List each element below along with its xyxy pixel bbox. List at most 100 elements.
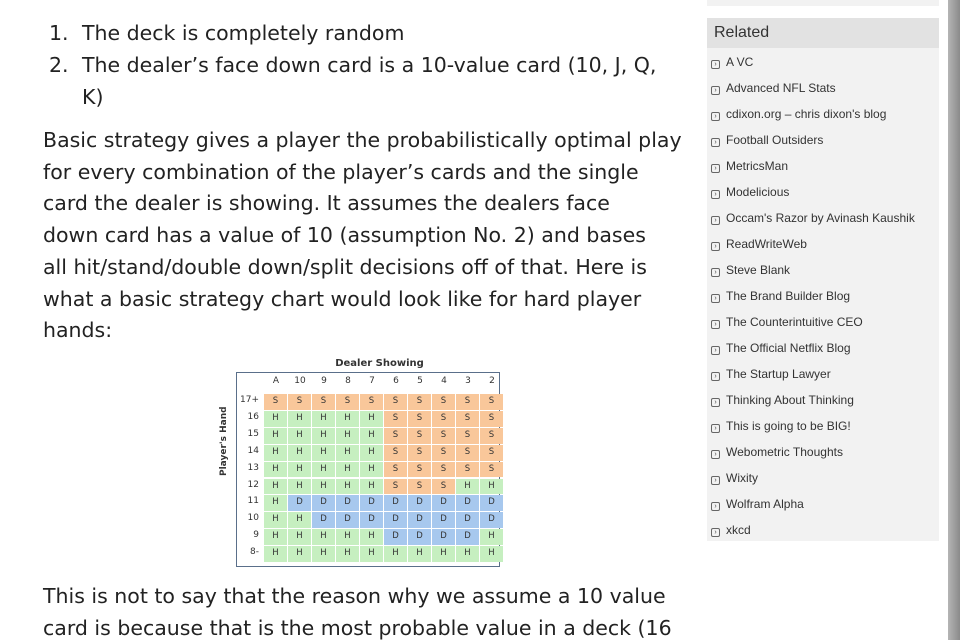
- chart-cell: D: [312, 495, 335, 512]
- chart-cell: S: [480, 394, 503, 410]
- sidebar-link-label[interactable]: Webometric Thoughts: [726, 445, 843, 459]
- chart-cell: D: [288, 495, 311, 512]
- chart-cell: H: [264, 546, 287, 562]
- sidebar-link[interactable]: › MetricsMan: [711, 156, 937, 176]
- chart-cell: H: [336, 529, 359, 546]
- sidebar-link-label[interactable]: ReadWriteWeb: [726, 237, 807, 251]
- chart-cell: D: [384, 512, 407, 529]
- paragraph: This is not to say that the reason why w…: [43, 580, 683, 640]
- sidebar-link-label[interactable]: The Startup Lawyer: [726, 367, 831, 381]
- chart-cell: H: [408, 546, 431, 562]
- sidebar-link[interactable]: › Thinking About Thinking: [711, 390, 937, 410]
- chart-row-label: 13: [247, 462, 259, 473]
- chart-cell: H: [288, 444, 311, 461]
- rss-icon: ›: [711, 424, 720, 433]
- chart-cell: S: [384, 478, 407, 495]
- chart-cell: S: [312, 394, 335, 410]
- chart-row-label: 16: [247, 411, 259, 422]
- chart-cell: H: [264, 461, 287, 478]
- chart-cell: H: [360, 427, 383, 444]
- chart-cell: D: [456, 529, 479, 546]
- chart-column-label: 9: [321, 376, 327, 386]
- sidebar-link-label[interactable]: Wixity: [726, 471, 758, 485]
- chart-column-label: 7: [369, 376, 375, 386]
- sidebar-link[interactable]: › Webometric Thoughts: [711, 442, 937, 462]
- chart-cell: D: [456, 495, 479, 512]
- chart-cell: S: [432, 444, 455, 461]
- sidebar-link-label[interactable]: Steve Blank: [726, 263, 790, 277]
- chart-row-label: 10: [247, 513, 259, 524]
- chart-cell: D: [384, 495, 407, 512]
- chart-cell: S: [456, 394, 479, 410]
- chart-cell: H: [312, 444, 335, 461]
- sidebar-link-label[interactable]: xkcd: [726, 523, 751, 537]
- sidebar-link[interactable]: › The Startup Lawyer: [711, 364, 937, 384]
- sidebar-link[interactable]: › Advanced NFL Stats: [711, 78, 937, 98]
- chart-cell: S: [456, 410, 479, 427]
- chart-cell: S: [480, 410, 503, 427]
- sidebar-link-label[interactable]: The Counterintuitive CEO: [726, 315, 863, 329]
- sidebar-link-label[interactable]: Football Outsiders: [726, 133, 823, 147]
- chart-cell: S: [408, 444, 431, 461]
- chart-column-label: 4: [441, 376, 447, 386]
- chart-cell: S: [432, 394, 455, 410]
- sidebar-link-label[interactable]: A VC: [726, 55, 753, 69]
- chart-cell: H: [312, 427, 335, 444]
- sidebar-link-label[interactable]: Thinking About Thinking: [726, 393, 854, 407]
- chart-cell: H: [336, 444, 359, 461]
- chart-cell: H: [312, 410, 335, 427]
- chart-cell: H: [360, 410, 383, 427]
- window-edge: [948, 0, 960, 640]
- sidebar-link-label[interactable]: Wolfram Alpha: [726, 497, 804, 511]
- chart-cell: H: [456, 546, 479, 562]
- sidebar-link[interactable]: › The Official Netflix Blog: [711, 338, 937, 358]
- chart-cell: H: [336, 478, 359, 495]
- rss-icon: ›: [711, 190, 720, 199]
- sidebar-link[interactable]: › The Brand Builder Blog: [711, 286, 937, 306]
- sidebar-link-label[interactable]: Modelicious: [726, 185, 789, 199]
- sidebar-link-label[interactable]: cdixon.org – chris dixon's blog: [726, 107, 886, 121]
- chart-cell: H: [264, 444, 287, 461]
- chart-cell: H: [288, 461, 311, 478]
- chart-cell: S: [432, 410, 455, 427]
- sidebar-link[interactable]: › Wolfram Alpha: [711, 494, 937, 514]
- sidebar-link[interactable]: › Modelicious: [711, 182, 937, 202]
- chart-cell: H: [336, 461, 359, 478]
- sidebar-link[interactable]: › Steve Blank: [711, 260, 937, 280]
- sidebar-link[interactable]: › The Counterintuitive CEO: [711, 312, 937, 332]
- chart-cell: S: [384, 394, 407, 410]
- sidebar-link[interactable]: › xkcd: [711, 520, 937, 540]
- chart-cell: H: [264, 410, 287, 427]
- chart-cell: S: [456, 444, 479, 461]
- sidebar-link-label[interactable]: MetricsMan: [726, 159, 788, 173]
- chart-cell: S: [408, 394, 431, 410]
- chart-cell: D: [432, 529, 455, 546]
- chart-column-label: 6: [393, 376, 399, 386]
- sidebar-link-label[interactable]: Occam's Razor by Avinash Kaushik: [726, 211, 915, 225]
- paragraph-line: Basic strategy gives a player the probab…: [43, 128, 682, 152]
- rss-icon: ›: [711, 242, 720, 251]
- sidebar-link[interactable]: › This is going to be BIG!: [711, 416, 937, 436]
- sidebar-link-label[interactable]: The Official Netflix Blog: [726, 341, 851, 355]
- rss-icon: ›: [711, 164, 720, 173]
- rss-icon: ›: [711, 450, 720, 459]
- sidebar-link-label[interactable]: The Brand Builder Blog: [726, 289, 850, 303]
- paragraph-line: hands:: [43, 318, 113, 343]
- paragraph-line: all hit/stand/double down/split decision…: [43, 254, 647, 279]
- sidebar-link[interactable]: › A VC: [711, 52, 937, 72]
- chart-cell: S: [288, 394, 311, 410]
- sidebar-link-label[interactable]: This is going to be BIG!: [726, 419, 851, 433]
- paragraph-line: what a basic strategy chart would look l…: [43, 286, 642, 311]
- sidebar-link-label[interactable]: Advanced NFL Stats: [726, 81, 836, 95]
- rss-icon: ›: [711, 372, 720, 381]
- chart-cell: S: [408, 478, 431, 495]
- sidebar-link[interactable]: › Occam's Razor by Avinash Kaushik: [711, 208, 937, 228]
- sidebar-link[interactable]: › cdixon.org – chris dixon's blog: [711, 104, 937, 124]
- sidebar-link[interactable]: › ReadWriteWeb: [711, 234, 937, 254]
- chart-cell: H: [312, 461, 335, 478]
- list-number: 2.: [49, 53, 69, 77]
- rss-icon: ›: [711, 476, 720, 485]
- chart-cell: S: [384, 444, 407, 461]
- sidebar-link[interactable]: › Football Outsiders: [711, 130, 937, 150]
- sidebar-link[interactable]: › Wixity: [711, 468, 937, 488]
